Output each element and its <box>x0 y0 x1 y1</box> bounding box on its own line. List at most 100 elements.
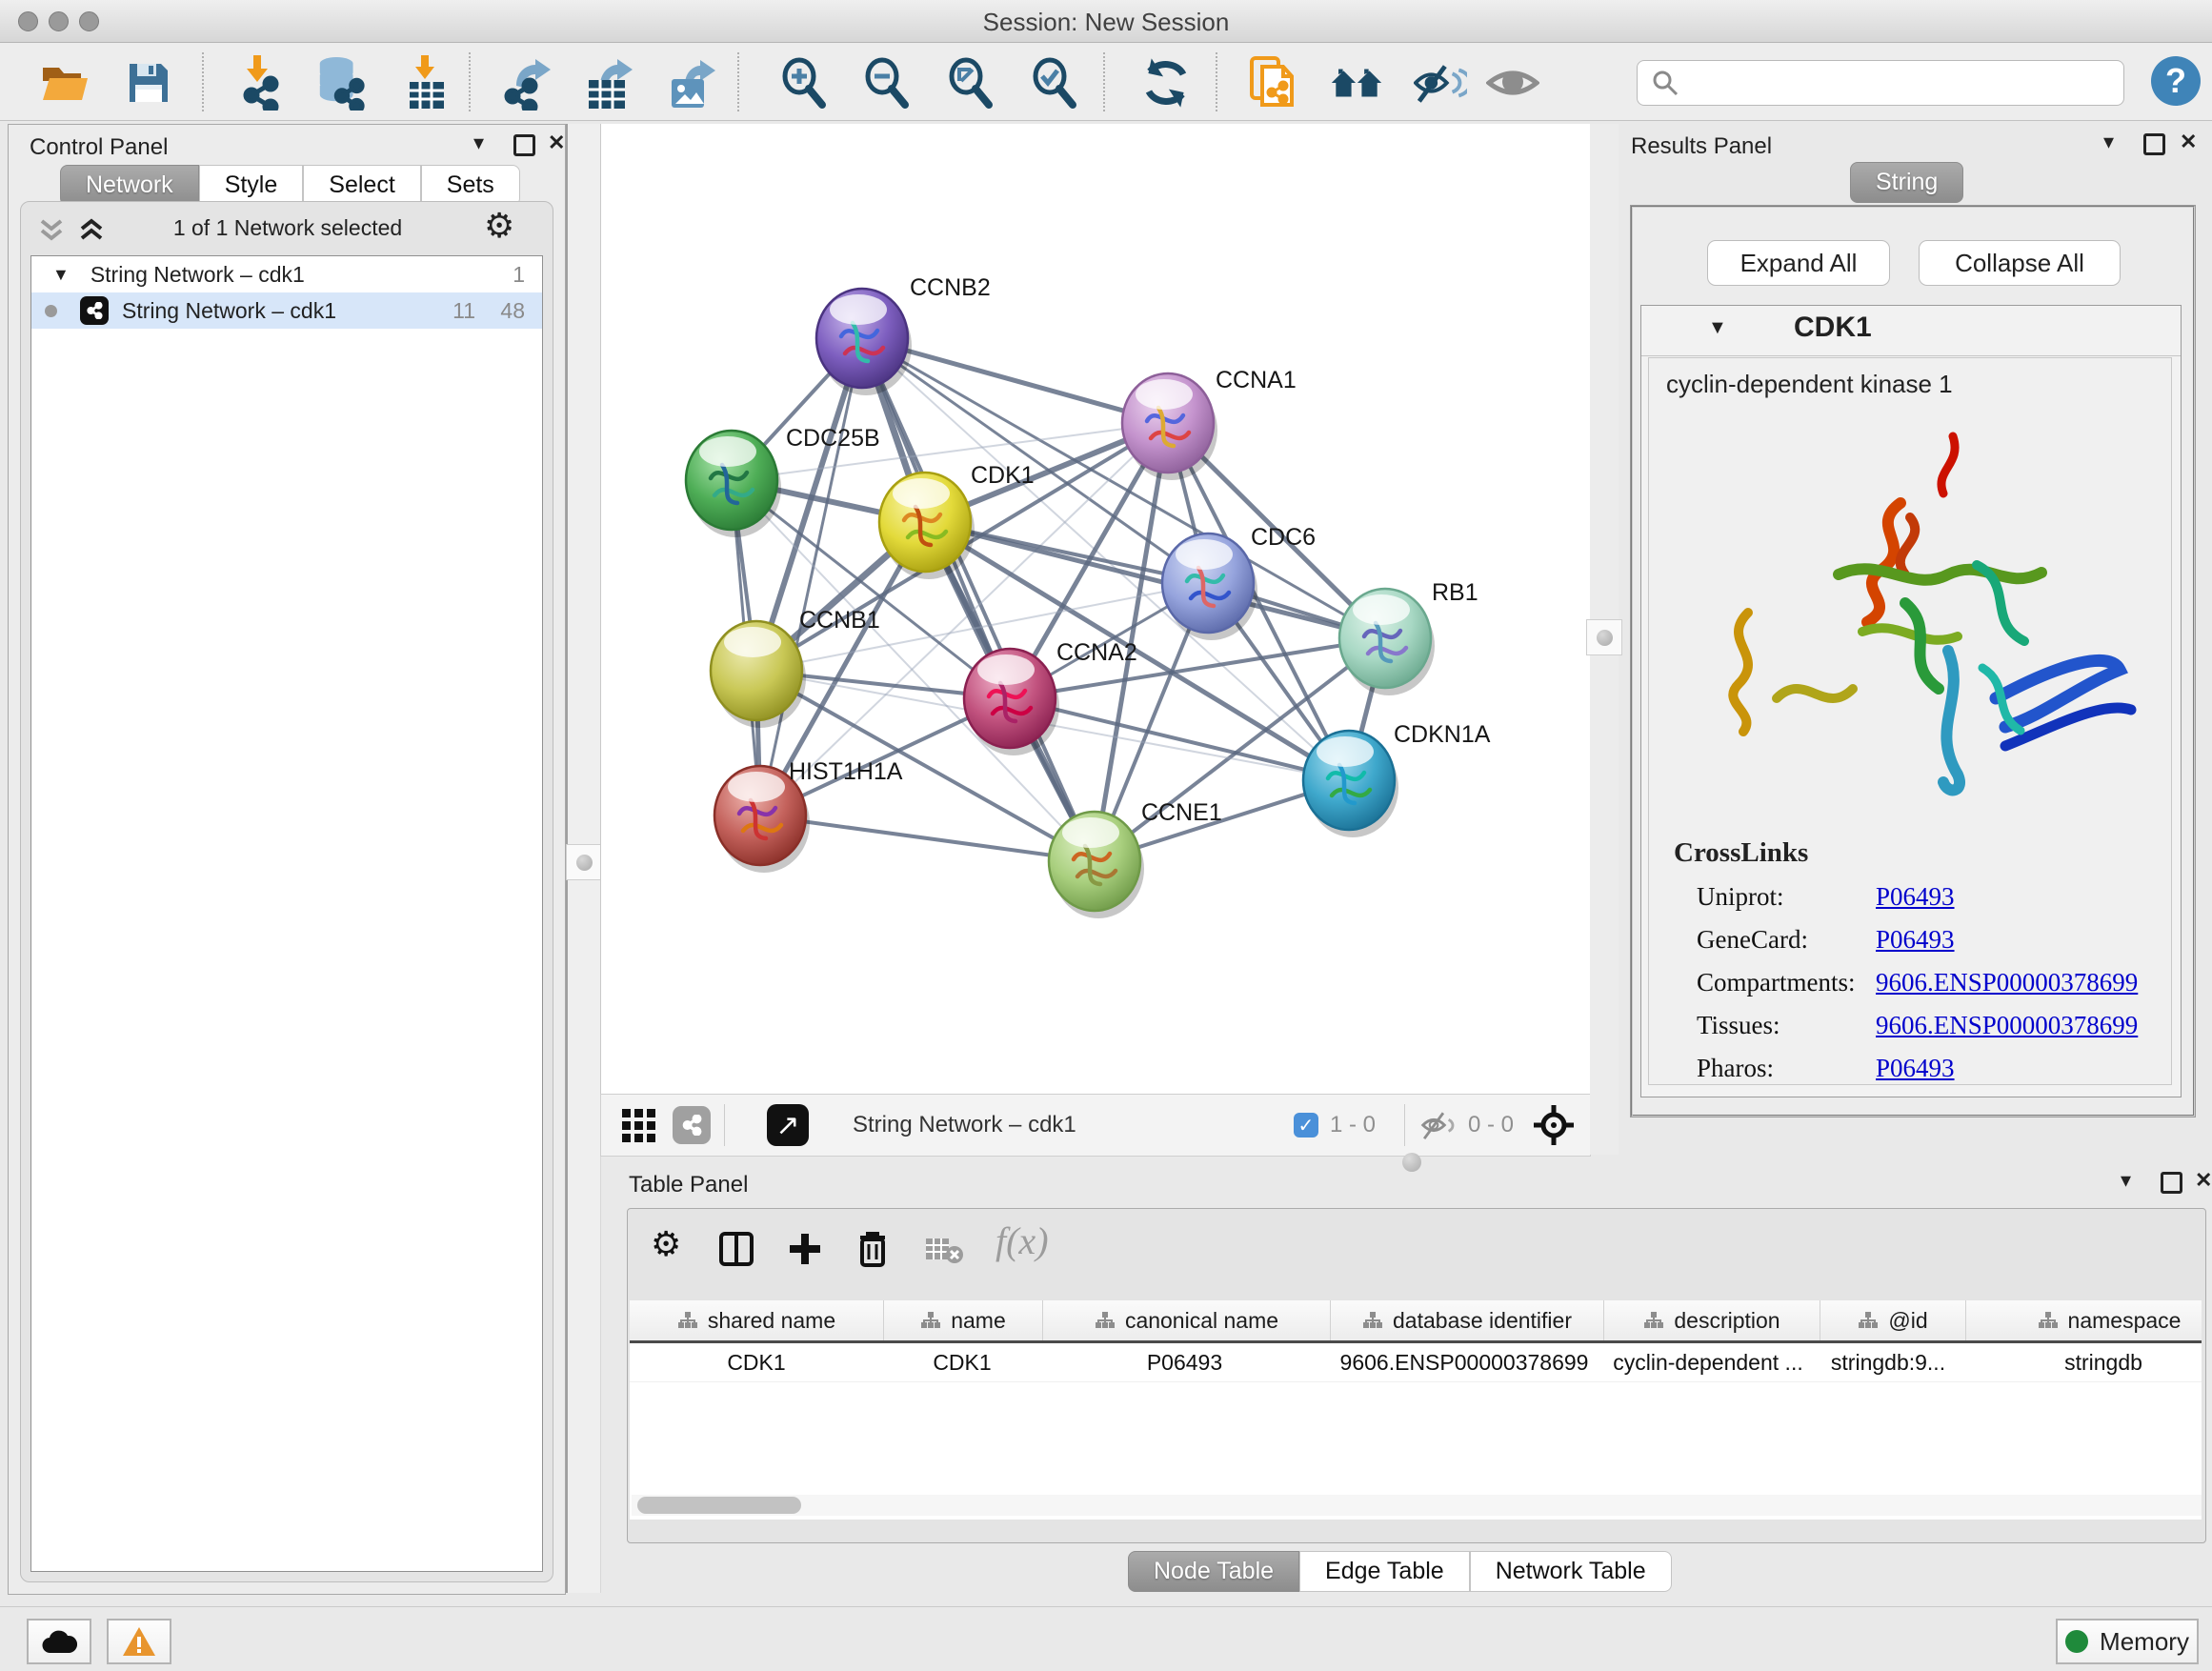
export-image-icon[interactable] <box>667 56 720 110</box>
right-splitter-grabber[interactable] <box>1586 619 1622 655</box>
network-node-cdk1[interactable]: CDK1 <box>879 462 1035 579</box>
string-network-view-icon[interactable] <box>673 1106 711 1144</box>
collection-row[interactable]: ▼ String Network – cdk1 1 <box>31 256 542 292</box>
network-edge[interactable] <box>925 522 1385 638</box>
collapse-all-button[interactable]: Collapse All <box>1919 240 2121 286</box>
tab-node-table[interactable]: Node Table <box>1128 1551 1299 1592</box>
warnings-button[interactable] <box>107 1619 171 1664</box>
clone-network-icon[interactable] <box>1246 56 1299 110</box>
show-eye-icon[interactable] <box>1486 56 1539 110</box>
crosslink-link[interactable]: P06493 <box>1876 925 1955 955</box>
column-header-shared-name[interactable]: shared name <box>630 1300 884 1340</box>
collapse-all-chevrons-icon[interactable] <box>76 217 107 244</box>
network-node-ccnb2[interactable]: CCNB2 <box>816 274 991 395</box>
crosslink-link[interactable]: 9606.ENSP00000378699 <box>1876 968 2138 997</box>
hidden-eye-slash-icon[interactable] <box>1418 1109 1458 1141</box>
crosslink-link[interactable]: P06493 <box>1876 882 1955 912</box>
table-options-gear-icon[interactable]: ⚙ <box>651 1224 681 1264</box>
left-splitter-grabber[interactable] <box>566 844 602 880</box>
column-header-canonical-name[interactable]: canonical name <box>1043 1300 1331 1340</box>
function-builder-icon[interactable]: f(x) <box>995 1218 1049 1263</box>
show-columns-icon[interactable] <box>719 1232 754 1266</box>
show-all-houses-icon[interactable] <box>1330 56 1383 110</box>
column-header-name[interactable]: name <box>884 1300 1043 1340</box>
collapse-panel-icon[interactable]: ▾ <box>2121 1170 2131 1191</box>
table-cell[interactable]: 9606.ENSP00000378699 <box>1328 1343 1600 1381</box>
tab-edge-table[interactable]: Edge Table <box>1299 1551 1470 1592</box>
float-panel-icon[interactable] <box>2161 1172 2182 1194</box>
network-edge[interactable] <box>760 338 862 815</box>
search-field[interactable] <box>1637 60 2124 106</box>
network-node-ccne1[interactable]: CCNE1 <box>1049 799 1222 918</box>
help-button[interactable]: ? <box>2151 56 2201 106</box>
open-session-icon[interactable] <box>38 56 91 110</box>
network-options-gear-icon[interactable]: ⚙ <box>484 206 514 246</box>
import-network-from-database-icon[interactable] <box>314 56 368 110</box>
table-cell[interactable]: P06493 <box>1041 1343 1328 1381</box>
table-cell[interactable]: stringdb:9... <box>1816 1343 1961 1381</box>
network-node-hist1h1a[interactable]: HIST1H1A <box>714 758 903 873</box>
delete-table-icon[interactable] <box>925 1236 963 1264</box>
table-horizontal-scrollbar[interactable] <box>632 1495 2202 1516</box>
selected-nodes-checkbox-icon[interactable]: ✓ <box>1294 1113 1318 1137</box>
collection-expand-triangle-icon[interactable]: ▼ <box>52 265 70 285</box>
network-node-cdc6[interactable]: CDC6 <box>1162 524 1316 640</box>
tab-network[interactable]: Network <box>60 165 199 206</box>
zoom-out-icon[interactable] <box>862 56 915 110</box>
column-header-database-identifier[interactable]: database identifier <box>1331 1300 1604 1340</box>
search-input[interactable] <box>1687 69 2123 97</box>
column-header-namespace[interactable]: namespace <box>1966 1300 2202 1340</box>
tab-select[interactable]: Select <box>303 165 420 206</box>
scrollbar-thumb[interactable] <box>637 1497 801 1514</box>
open-in-window-icon[interactable]: ↗ <box>767 1104 809 1146</box>
import-network-icon[interactable] <box>231 56 284 110</box>
network-node-ccnb1[interactable]: CCNB1 <box>711 607 880 728</box>
tab-style[interactable]: Style <box>199 165 304 206</box>
tab-network-table[interactable]: Network Table <box>1470 1551 1672 1592</box>
cloud-button[interactable] <box>27 1619 91 1664</box>
close-panel-icon[interactable]: ✕ <box>2195 1170 2212 1191</box>
delete-column-trash-icon[interactable] <box>856 1230 889 1268</box>
apply-layout-icon[interactable] <box>1139 56 1193 110</box>
column-header--id[interactable]: @id <box>1820 1300 1966 1340</box>
float-panel-icon[interactable] <box>2143 133 2165 155</box>
network-edge[interactable] <box>760 815 1095 861</box>
tab-string[interactable]: String <box>1850 162 1963 203</box>
table-cell[interactable]: cyclin-dependent ... <box>1600 1343 1816 1381</box>
crosslink-link[interactable]: P06493 <box>1876 1054 1955 1083</box>
create-column-plus-icon[interactable] <box>788 1232 822 1266</box>
network-node-ccna2[interactable]: CCNA2 <box>964 639 1137 755</box>
save-session-icon[interactable] <box>122 56 175 110</box>
left-splitter[interactable] <box>566 124 601 1593</box>
crosshair-icon[interactable] <box>1533 1104 1575 1146</box>
crosslink-link[interactable]: 9606.ENSP00000378699 <box>1876 1011 2138 1040</box>
expand-all-button[interactable]: Expand All <box>1707 240 1890 286</box>
table-cell[interactable]: CDK1 <box>630 1343 883 1381</box>
network-node-cdkn1a[interactable]: CDKN1A <box>1303 721 1491 837</box>
right-splitter[interactable] <box>1590 124 1619 1155</box>
zoom-selected-icon[interactable] <box>1030 56 1083 110</box>
export-table-icon[interactable] <box>583 56 636 110</box>
network-row[interactable]: String Network – cdk1 11 48 <box>31 292 542 329</box>
expand-all-chevrons-icon[interactable] <box>36 217 67 244</box>
collapse-panel-icon[interactable]: ▾ <box>2103 131 2114 152</box>
gene-section-header[interactable]: ▼ CDK1 <box>1641 306 2181 356</box>
zoom-in-icon[interactable] <box>779 56 833 110</box>
horizontal-splitter[interactable] <box>600 1157 2212 1168</box>
table-cell[interactable]: stringdb <box>1961 1343 2202 1381</box>
table-row[interactable]: CDK1CDK1P064939606.ENSP00000378699cyclin… <box>630 1343 2202 1382</box>
gene-collapse-triangle-icon[interactable]: ▼ <box>1708 317 1727 339</box>
close-panel-icon[interactable]: ✕ <box>2180 131 2197 152</box>
tab-sets[interactable]: Sets <box>421 165 520 206</box>
collapse-panel-icon[interactable]: ▾ <box>473 132 484 153</box>
zoom-fit-icon[interactable] <box>946 56 999 110</box>
export-network-icon[interactable] <box>499 56 553 110</box>
birds-eye-grid-icon[interactable] <box>622 1109 655 1142</box>
network-canvas[interactable]: CCNB2CCNA1CDC25BCDK1CDC6RB1CCNB1CCNA2CDK… <box>600 124 1591 1094</box>
table-cell[interactable]: CDK1 <box>883 1343 1041 1381</box>
memory-button[interactable]: Memory <box>2056 1619 2199 1664</box>
column-header-description[interactable]: description <box>1604 1300 1820 1340</box>
float-panel-icon[interactable] <box>513 134 535 156</box>
import-table-icon[interactable] <box>400 56 453 110</box>
network-node-rb1[interactable]: RB1 <box>1339 579 1478 695</box>
